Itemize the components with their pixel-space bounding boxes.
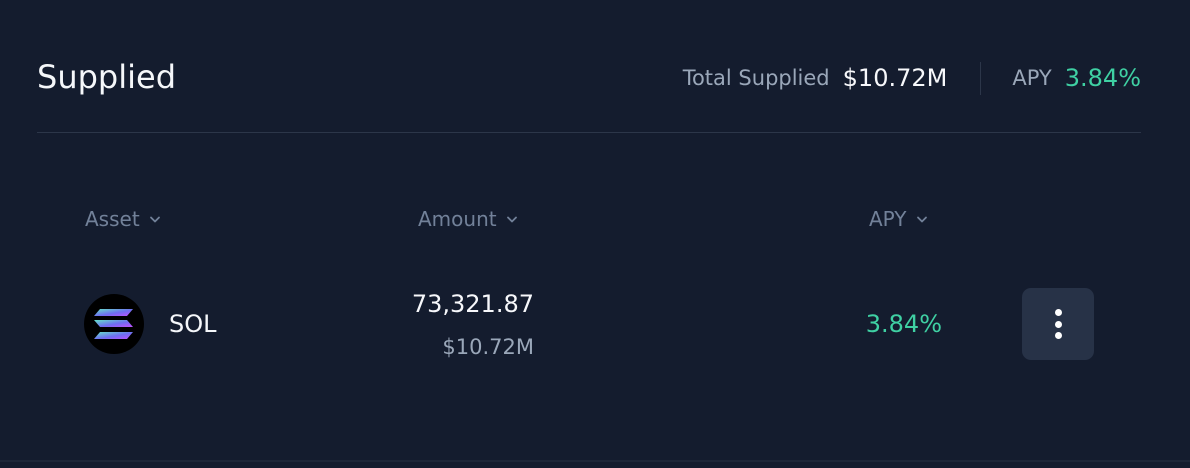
- asset-column-label: Asset: [85, 207, 140, 231]
- supplied-panel: Supplied Total Supplied $10.72M APY 3.84…: [0, 0, 1190, 468]
- asset-apy: 3.84%: [865, 310, 942, 338]
- amount-column-header[interactable]: Amount: [418, 205, 519, 233]
- apy-column-header[interactable]: APY: [869, 205, 929, 233]
- amount-column-label: Amount: [418, 207, 497, 231]
- asset-column-header[interactable]: Asset: [85, 205, 162, 233]
- more-vertical-icon: [1054, 309, 1062, 339]
- more-options-button[interactable]: [1022, 288, 1094, 360]
- page-title: Supplied: [37, 58, 176, 96]
- total-supplied-label: Total Supplied: [682, 66, 830, 90]
- summary-divider: [980, 61, 982, 95]
- solana-icon: [84, 294, 144, 354]
- chevron-down-icon: [505, 212, 519, 226]
- chevron-down-icon: [148, 212, 162, 226]
- supplied-amount: 73,321.87: [411, 290, 534, 318]
- chevron-down-icon: [915, 212, 929, 226]
- apy-column-label: APY: [869, 207, 907, 231]
- asset-cell: SOL: [84, 294, 217, 354]
- summary-apy-value: 3.84%: [1064, 64, 1141, 92]
- header-divider: [37, 132, 1141, 133]
- supplied-amount-usd: $10.72M: [442, 335, 534, 359]
- supply-summary: Total Supplied $10.72M APY 3.84%: [683, 60, 1141, 96]
- asset-symbol: SOL: [169, 310, 217, 338]
- table-row: SOL 73,321.87 $10.72M 3.84%: [0, 280, 1190, 390]
- bottom-divider: [0, 460, 1190, 462]
- total-supplied-value: $10.72M: [842, 64, 948, 92]
- summary-apy-label: APY: [1012, 66, 1052, 90]
